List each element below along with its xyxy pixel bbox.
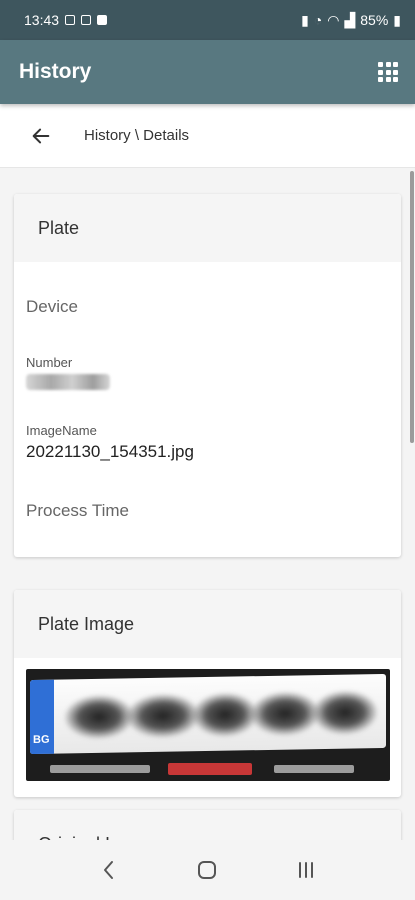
number-label: Number xyxy=(26,355,73,370)
eu-flag-band: BG xyxy=(30,679,54,755)
nav-home-button[interactable] xyxy=(187,850,227,890)
details-content[interactable]: Plate Device Number ImageName 20221130_1… xyxy=(0,168,415,840)
plate-card: Plate Device Number ImageName 20221130_1… xyxy=(14,194,401,557)
scrollbar[interactable] xyxy=(410,171,414,443)
home-icon xyxy=(198,861,217,879)
system-nav-bar xyxy=(0,840,415,900)
mail-icon xyxy=(81,15,92,25)
plate-card-header: Plate xyxy=(14,194,401,262)
lock-icon: ▮ xyxy=(301,11,309,28)
check-icon xyxy=(97,15,108,25)
status-bar: 13:43 ▮ ◔ ◠ ▟ 85% ▮ xyxy=(0,0,415,40)
original-image-card-header: Original Image xyxy=(14,810,401,840)
status-time: 13:43 xyxy=(24,12,60,28)
nav-back-button[interactable] xyxy=(89,850,129,890)
apps-grid-icon[interactable] xyxy=(378,62,398,82)
plate-image[interactable]: BG xyxy=(26,669,390,781)
chevron-left-icon xyxy=(104,861,114,879)
plate-country-code: BG xyxy=(33,733,50,747)
original-image-card: Original Image xyxy=(14,810,401,840)
breadcrumb-bar: History \ Details xyxy=(0,104,415,168)
blurred-plate-number xyxy=(26,374,110,395)
device-label: Device xyxy=(26,297,78,316)
plate-image-card-header: Plate Image xyxy=(14,590,401,658)
nav-recents-button[interactable] xyxy=(286,850,326,890)
plate-image-card: Plate Image BG xyxy=(14,590,401,797)
breadcrumb: History \ Details xyxy=(84,127,190,144)
process-time-label: Process Time xyxy=(26,501,129,520)
recents-icon xyxy=(298,862,313,878)
back-button[interactable] xyxy=(0,104,84,168)
arrow-left-icon xyxy=(32,128,50,143)
alarm-icon: ◔ xyxy=(313,12,323,28)
app-bar: History xyxy=(0,40,415,104)
notification-icon xyxy=(65,15,76,25)
image-name-label: ImageName xyxy=(26,423,97,438)
wifi-icon: ◠ xyxy=(327,11,340,28)
dealer-label xyxy=(168,763,252,775)
image-name-value: 20221130_154351.jpg xyxy=(26,442,194,461)
page-title: History xyxy=(19,60,92,83)
signal-icon: ▟ xyxy=(344,11,356,28)
battery-icon: ▮ xyxy=(393,11,401,28)
battery-level: 85% xyxy=(360,12,389,28)
